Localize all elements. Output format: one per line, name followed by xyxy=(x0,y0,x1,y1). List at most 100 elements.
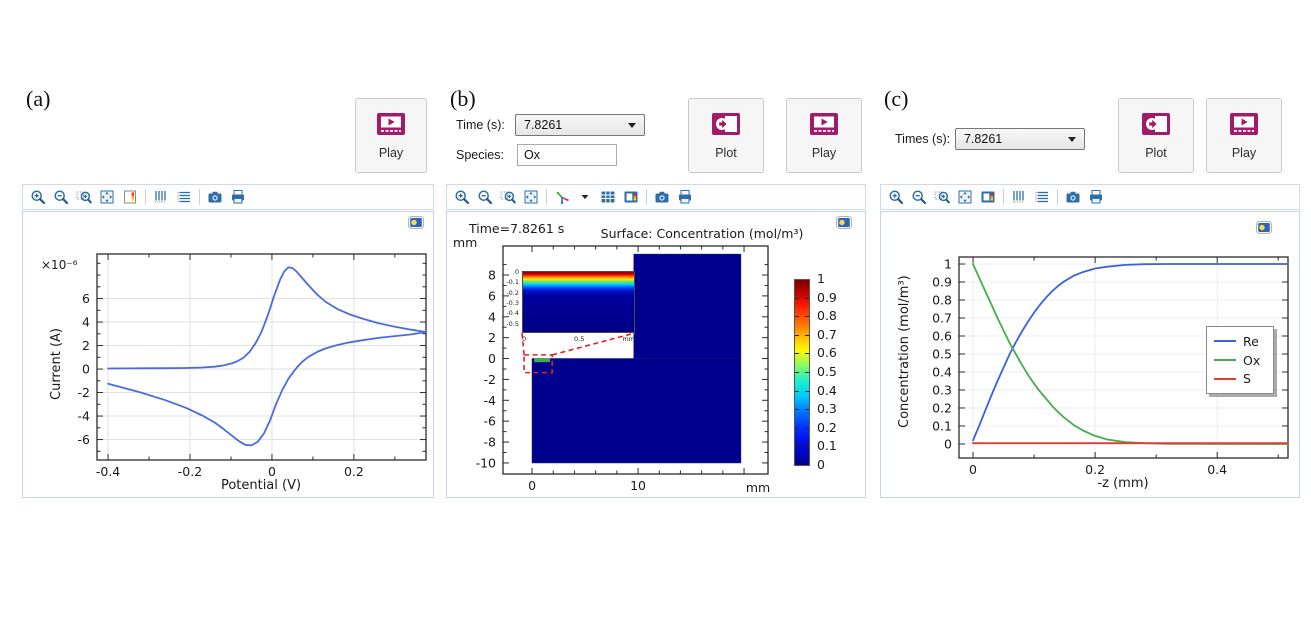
zoom-extents-icon[interactable] xyxy=(99,189,115,205)
colorbar-tick xyxy=(795,298,799,299)
snapshot-icon[interactable] xyxy=(1065,189,1081,205)
colorbar-tick xyxy=(795,428,799,429)
float-window-icon[interactable] xyxy=(1256,221,1272,234)
svg-text:0: 0 xyxy=(528,478,536,493)
toolbar-separator xyxy=(546,189,547,205)
svg-text:-2: -2 xyxy=(78,385,90,400)
legend-line-swatch xyxy=(1214,340,1236,342)
svg-text:2: 2 xyxy=(488,330,496,345)
print-icon[interactable] xyxy=(1088,189,1104,205)
plot-export-icon xyxy=(711,112,741,141)
color-legend-filled-icon[interactable] xyxy=(980,189,996,205)
cv-plot-canvas[interactable]: -0.4-0.200.26420-2-4-6 xyxy=(23,212,435,499)
table-icon[interactable] xyxy=(600,189,616,205)
svg-text:0: 0 xyxy=(969,462,977,477)
x-grid-icon[interactable] xyxy=(1011,189,1027,205)
times-label: Times (s): xyxy=(895,128,950,150)
play-button[interactable]: Play xyxy=(1206,98,1282,173)
species-input[interactable]: Ox xyxy=(517,144,617,166)
zoom-in-icon[interactable] xyxy=(888,189,904,205)
colorbar-tick xyxy=(805,372,809,373)
plot-button[interactable]: Plot xyxy=(1118,98,1194,173)
svg-text:2: 2 xyxy=(82,338,90,353)
colorbar-tick xyxy=(805,428,809,429)
axes-orientation-icon[interactable] xyxy=(554,189,570,205)
inset-ytick: 0 xyxy=(515,268,519,276)
colorbar-label: 0.1 xyxy=(817,438,837,453)
colorbar-tick xyxy=(795,446,799,447)
times-dropdown[interactable]: 7.8261 xyxy=(955,128,1085,150)
colorbar-label: 0.4 xyxy=(817,383,837,398)
colorbar-tick xyxy=(805,353,809,354)
inset-ytick: -0.4 xyxy=(506,309,519,317)
time-dropdown[interactable]: 7.8261 xyxy=(515,114,645,136)
toolbar-separator xyxy=(199,189,200,205)
svg-text:-0.2: -0.2 xyxy=(178,464,202,479)
zoom-inset: 0-0.1-0.2-0.3-0.4-0.500.5mm xyxy=(522,271,635,333)
zoom-box-icon[interactable] xyxy=(934,189,950,205)
zoom-in-icon[interactable] xyxy=(454,189,470,205)
svg-text:0.8: 0.8 xyxy=(932,293,952,308)
toolbar-separator xyxy=(1003,189,1004,205)
time-dropdown-value: 7.8261 xyxy=(524,118,628,132)
play-animation-icon xyxy=(809,112,839,141)
color-legend-filled-icon[interactable] xyxy=(623,189,639,205)
legend: Re Ox S xyxy=(1206,326,1274,394)
zoom-out-icon[interactable] xyxy=(477,189,493,205)
colorbar-label: 0.8 xyxy=(817,308,837,323)
zoom-box-icon[interactable] xyxy=(76,189,92,205)
panel-c: (c) Times (s): 7.8261 Plot Play 00.20.41… xyxy=(880,88,1300,500)
svg-text:-4: -4 xyxy=(484,393,497,408)
y-axis-label: Concentration (mol/m³) xyxy=(897,275,912,428)
legend-series-name: Re xyxy=(1243,334,1259,349)
colorbar-label: 0.3 xyxy=(817,401,837,416)
x-grid-icon[interactable] xyxy=(153,189,169,205)
float-window-icon[interactable] xyxy=(408,216,424,229)
color-legend-icon[interactable] xyxy=(122,189,138,205)
svg-text:0.4: 0.4 xyxy=(932,364,952,379)
plot-area-a: -0.4-0.200.26420-2-4-6 ×10⁻⁶ Current (A)… xyxy=(22,211,434,498)
zoom-extents-icon[interactable] xyxy=(523,189,539,205)
legend-series-name: S xyxy=(1243,371,1251,386)
y-grid-icon[interactable] xyxy=(176,189,192,205)
y-grid-icon[interactable] xyxy=(1034,189,1050,205)
print-icon[interactable] xyxy=(230,189,246,205)
plot-area-b: 01086420-2-4-6-8-10 Time=7.8261 s Surfac… xyxy=(446,211,866,498)
x-axis-unit: mm xyxy=(743,480,773,495)
zoom-in-icon[interactable] xyxy=(30,189,46,205)
svg-text:6: 6 xyxy=(488,288,496,303)
play-button[interactable]: Play xyxy=(786,98,862,173)
colorbar-tick xyxy=(805,335,809,336)
panel-a: (a) Play -0.4-0.200.26420-2-4-6 ×10⁻⁶ Cu… xyxy=(22,88,434,500)
caret-down-icon[interactable] xyxy=(577,189,593,205)
snapshot-icon[interactable] xyxy=(654,189,670,205)
svg-text:-4: -4 xyxy=(78,409,91,424)
colorbar-tick xyxy=(795,409,799,410)
chevron-down-icon xyxy=(628,123,636,128)
legend-series-name: Ox xyxy=(1243,353,1260,368)
svg-text:-6: -6 xyxy=(484,414,497,429)
svg-text:0.6: 0.6 xyxy=(932,328,952,343)
x-axis-label: Potential (V) xyxy=(161,478,361,493)
colorbar-label: 1 xyxy=(817,271,825,286)
zoom-extents-icon[interactable] xyxy=(957,189,973,205)
zoom-out-icon[interactable] xyxy=(911,189,927,205)
zoom-box-icon[interactable] xyxy=(500,189,516,205)
plot-time-title: Time=7.8261 s xyxy=(469,221,564,236)
svg-text:8: 8 xyxy=(488,268,496,283)
svg-text:0: 0 xyxy=(488,351,496,366)
colorbar-tick xyxy=(795,391,799,392)
times-dropdown-value: 7.8261 xyxy=(964,132,1068,146)
svg-text:4: 4 xyxy=(488,309,496,324)
svg-text:10: 10 xyxy=(630,478,646,493)
print-icon[interactable] xyxy=(677,189,693,205)
plot-button[interactable]: Plot xyxy=(688,98,764,173)
snapshot-icon[interactable] xyxy=(207,189,223,205)
inset-ytick: -0.5 xyxy=(506,320,519,328)
svg-text:-10: -10 xyxy=(476,455,496,470)
svg-text:0.7: 0.7 xyxy=(932,311,952,326)
play-button[interactable]: Play xyxy=(355,98,427,173)
float-window-icon[interactable] xyxy=(836,216,852,229)
zoom-out-icon[interactable] xyxy=(53,189,69,205)
y-axis-label: Current (A) xyxy=(49,328,64,400)
